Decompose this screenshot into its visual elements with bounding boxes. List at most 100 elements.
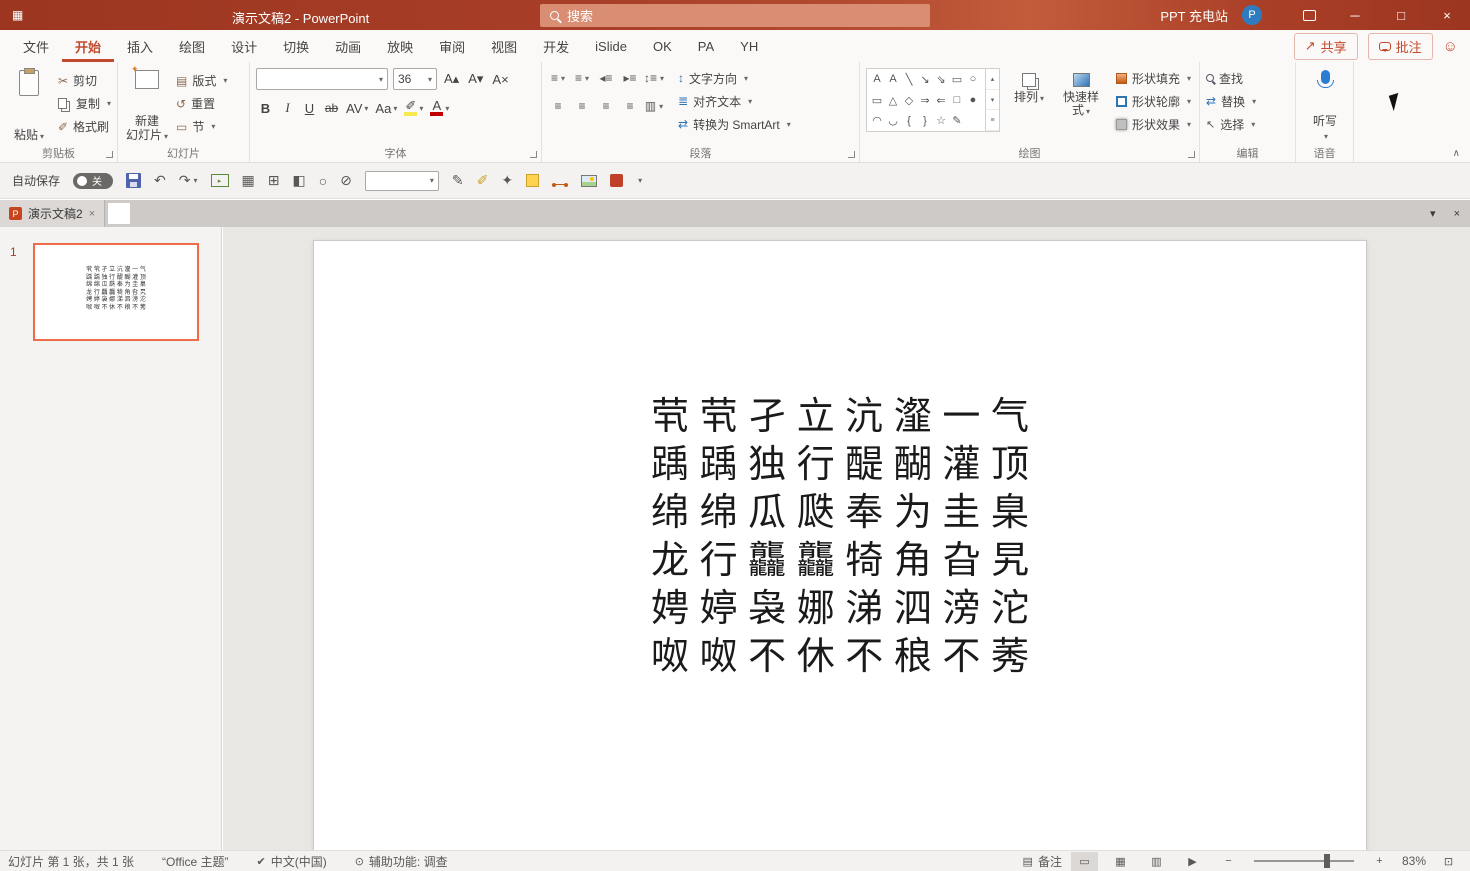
quick-styles-button[interactable]: 快速样式▾: [1058, 68, 1104, 146]
font-size-combo[interactable]: 36▾: [393, 68, 437, 90]
shape-icon[interactable]: ●: [965, 94, 981, 106]
start-from-beginning-button[interactable]: ▸: [211, 174, 229, 187]
shape-outline-button[interactable]: 形状轮廓▾: [1116, 91, 1191, 111]
undo-button[interactable]: ↶: [154, 172, 166, 189]
tab-pa[interactable]: PA: [685, 30, 727, 62]
section-button[interactable]: ▭节▾: [176, 117, 227, 136]
select-button[interactable]: ↖选择▾: [1206, 114, 1289, 134]
bullets-button[interactable]: ≡▾: [548, 68, 568, 88]
paste-button[interactable]: 粘贴▾: [6, 68, 52, 144]
tab-view[interactable]: 视图: [478, 30, 530, 62]
fit-to-window-button[interactable]: ⊡: [1435, 852, 1462, 871]
crop-button[interactable]: ⊞: [268, 172, 280, 189]
shape-icon[interactable]: A: [885, 73, 901, 85]
account-avatar[interactable]: P: [1242, 5, 1262, 25]
highlight-color-button[interactable]: ✐▾: [402, 98, 425, 118]
ribbon-display-options-button[interactable]: [1286, 0, 1332, 30]
shape-icon[interactable]: ⇒: [917, 94, 933, 107]
zoom-percentage[interactable]: 83%: [1402, 854, 1426, 868]
shape-fill-button[interactable]: 形状填充▾: [1116, 68, 1191, 88]
no-fill-button[interactable]: ⊘: [340, 172, 352, 189]
tab-design[interactable]: 设计: [218, 30, 270, 62]
connector-button[interactable]: [552, 176, 568, 185]
language-indicator[interactable]: ✔中文(中国): [256, 853, 326, 870]
justify-button[interactable]: ≡: [620, 96, 640, 116]
style-combo[interactable]: ▾: [365, 171, 439, 191]
save-button[interactable]: [126, 173, 141, 188]
slide-thumbnail[interactable]: 茕 茕 孑 立 沆 瀣 一 气 踽 踽 独 行 醍 醐 灌 顶 绵 绵 瓜 瓞 …: [33, 243, 199, 341]
strikethrough-button[interactable]: ab: [322, 98, 341, 118]
copy-button[interactable]: 复制▾: [58, 94, 111, 113]
decrease-indent-button[interactable]: ◂≡: [596, 68, 616, 88]
redo-button[interactable]: ↷▾: [179, 172, 198, 189]
tab-draw[interactable]: 绘图: [166, 30, 218, 62]
clear-formatting-button[interactable]: A×: [490, 69, 510, 89]
slide-sorter-view-button[interactable]: ▦: [1107, 852, 1134, 871]
shape-icon[interactable]: ⇐: [933, 94, 949, 107]
tab-developer[interactable]: 开发: [530, 30, 582, 62]
tab-home[interactable]: 开始: [62, 30, 114, 62]
shape-icon[interactable]: ◠: [869, 114, 885, 127]
layout-button[interactable]: ▤版式▾: [176, 71, 227, 90]
format-painter-button[interactable]: ✐格式刷: [58, 117, 111, 136]
shape-icon[interactable]: ↘: [917, 73, 933, 86]
font-dialog-launcher[interactable]: [530, 151, 537, 158]
shape-icon[interactable]: △: [885, 94, 901, 107]
align-left-button[interactable]: ≡: [548, 96, 568, 116]
tab-animations[interactable]: 动画: [322, 30, 374, 62]
text-direction-button[interactable]: ↕文字方向▾: [678, 68, 791, 88]
tabbar-close-button[interactable]: ×: [1454, 208, 1460, 220]
shape-icon[interactable]: ✎: [949, 114, 965, 127]
shape-icon[interactable]: A: [869, 73, 885, 85]
tab-file[interactable]: 文件: [10, 30, 62, 62]
document-tab[interactable]: P 演示文稿2 ×: [0, 200, 105, 227]
tab-transitions[interactable]: 切换: [270, 30, 322, 62]
slideshow-view-button[interactable]: ▶: [1179, 852, 1206, 871]
share-button[interactable]: ↗ 共享: [1294, 33, 1358, 60]
font-color-button[interactable]: A▾: [428, 98, 451, 118]
gallery-scroll-down[interactable]: ▾: [986, 90, 999, 111]
rectangle-shape-button[interactable]: [526, 174, 539, 187]
drawing-dialog-launcher[interactable]: [1188, 151, 1195, 158]
shape-icon[interactable]: ╲: [901, 73, 917, 86]
shape-icon[interactable]: □: [949, 94, 965, 106]
document-tab-close-icon[interactable]: ×: [89, 208, 95, 220]
oval-shape-button[interactable]: ○: [319, 173, 327, 189]
slide[interactable]: 茕 茕 孑 立 沆 瀣 一 气 踽 踽 独 行 醍 醐 灌 顶 绵 绵 瓜 瓞 …: [313, 240, 1367, 857]
notes-button[interactable]: ▤备注: [1023, 853, 1062, 870]
zoom-in-button[interactable]: +: [1366, 852, 1393, 871]
zoom-out-button[interactable]: −: [1215, 852, 1242, 871]
increase-indent-button[interactable]: ▸≡: [620, 68, 640, 88]
add-shape-button[interactable]: ✦: [501, 172, 513, 189]
shape-icon[interactable]: {: [901, 115, 917, 127]
shape-icon[interactable]: ▭: [869, 94, 885, 107]
shape-icon[interactable]: ○: [965, 73, 981, 85]
tab-ok[interactable]: OK: [640, 30, 685, 62]
decrease-font-button[interactable]: A▾: [466, 69, 485, 89]
gallery-more-button[interactable]: ≡: [986, 110, 999, 131]
shape-effects-button[interactable]: 形状效果▾: [1116, 114, 1191, 134]
cut-button[interactable]: ✂剪切: [58, 71, 111, 90]
tab-yh[interactable]: YH: [727, 30, 771, 62]
align-text-button[interactable]: ≣对齐文本▾: [678, 91, 791, 111]
line-spacing-button[interactable]: ↕≡▾: [644, 68, 664, 88]
maximize-button[interactable]: □: [1378, 0, 1424, 30]
tab-list-dropdown[interactable]: ▾: [1430, 207, 1436, 220]
tab-review[interactable]: 审阅: [426, 30, 478, 62]
shape-icon[interactable]: ☆: [933, 114, 949, 127]
find-button[interactable]: 查找: [1206, 68, 1289, 88]
customize-qat-button[interactable]: ▾: [638, 176, 642, 185]
arrange-button[interactable]: 排列▾: [1006, 68, 1052, 146]
tab-islide[interactable]: iSlide: [582, 30, 640, 62]
feedback-smiley-button[interactable]: ☺: [1443, 38, 1458, 55]
blank-tab[interactable]: [108, 203, 130, 224]
gallery-scroll-up[interactable]: ▴: [986, 69, 999, 90]
red-shape-button[interactable]: [610, 174, 623, 187]
font-name-combo[interactable]: ▾: [256, 68, 388, 90]
clipboard-dialog-launcher[interactable]: [106, 151, 113, 158]
normal-view-button[interactable]: ▭: [1071, 852, 1098, 871]
new-slide-button[interactable]: 新建 幻灯片▾: [124, 68, 170, 144]
dictate-button[interactable]: 听写▾: [1302, 68, 1348, 144]
convert-smartart-button[interactable]: ⇄转换为 SmartArt▾: [678, 114, 791, 134]
align-center-button[interactable]: ≡: [572, 96, 592, 116]
